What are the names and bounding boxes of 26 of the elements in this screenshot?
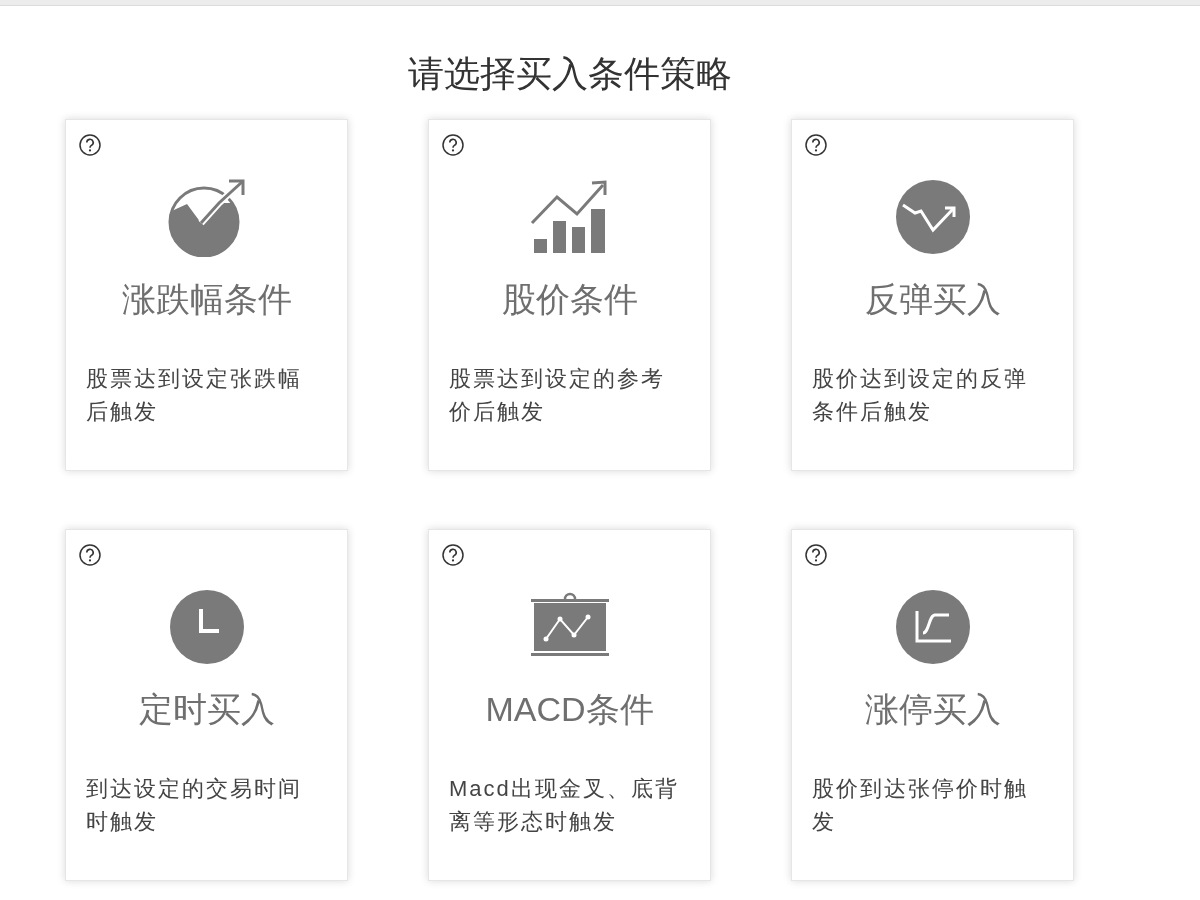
strategy-description: 股票达到设定的参考价后触发 [449,365,666,426]
strategy-title: 定时买入 [138,689,275,729]
help-icon[interactable] [442,544,464,566]
strategy-card[interactable]: 股价条件 股票达到设定的参考价后触发 [428,119,711,471]
strategy-card[interactable]: 反弹买入 股价达到设定的反弹条件后触发 [791,119,1074,471]
strategy-title: 反弹买入 [864,279,1001,319]
strategy-description: 股价到达张停价时触发 [812,775,1029,836]
strategy-description: 股票达到设定张跌幅后触发 [86,365,303,426]
help-icon[interactable] [805,544,827,566]
chart-circle-arrow-icon [166,177,247,257]
help-icon[interactable] [442,134,464,156]
page-heading: 请选择买入条件策略 [407,52,732,96]
strategy-card[interactable]: 定时买入 到达设定的交易时间时触发 [65,529,348,881]
strategy-card[interactable]: MACD条件 Macd出现金叉、底背离等形态时触发 [428,529,711,881]
strategy-title: 涨跌幅条件 [121,279,292,319]
help-icon[interactable] [805,134,827,156]
strategy-description: Macd出现金叉、底背离等形态时触发 [449,775,680,836]
strategy-description: 到达设定的交易时间时触发 [86,775,303,836]
help-icon[interactable] [79,544,101,566]
strategy-card[interactable]: 涨跌幅条件 股票达到设定张跌幅后触发 [65,119,348,471]
help-icon[interactable] [79,134,101,156]
strategy-description: 股价达到设定的反弹条件后触发 [812,365,1029,426]
strategy-card[interactable]: 涨停买入 股价到达张停价时触发 [791,529,1074,881]
strategy-title: MACD条件 [485,689,654,729]
strategy-title: 涨停买入 [864,689,1001,729]
strategy-title: 股价条件 [501,279,638,319]
